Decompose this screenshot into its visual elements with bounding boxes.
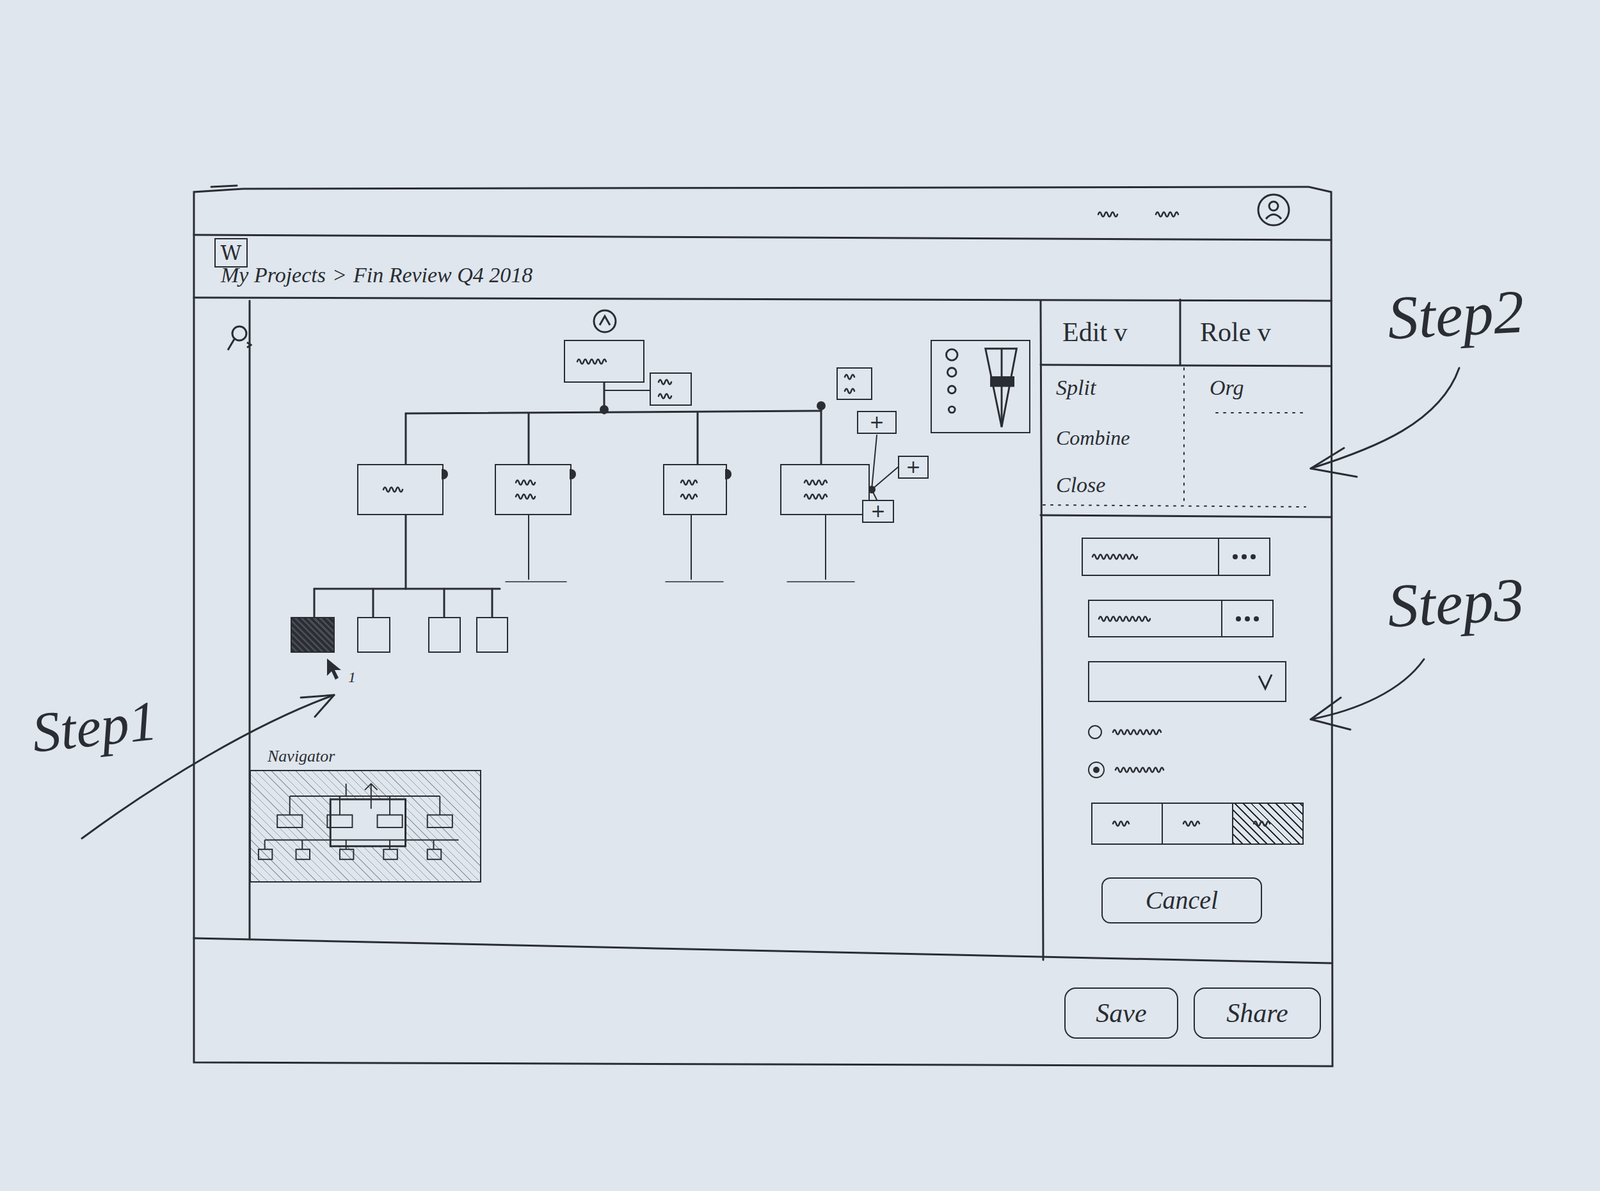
step-label: Step1 [28,678,162,776]
sketch-lines [0,0,1600,1191]
node-handle[interactable] [569,469,576,480]
share-button[interactable]: Share [1193,987,1321,1039]
org-node[interactable] [476,616,509,653]
placeholder-text [842,384,866,398]
radio-option[interactable] [1088,725,1208,740]
segment[interactable] [1161,803,1232,844]
navigator-label: Navigator [267,743,335,769]
placeholder-text [1096,208,1135,221]
squiggle-icon [802,490,848,504]
segmented-control [1091,802,1304,845]
dropdown[interactable] [1088,661,1287,703]
squiggle-icon [1181,817,1214,831]
step-label: Step2 [1384,265,1527,365]
placeholder-text [679,476,712,489]
squiggle-icon [656,389,685,403]
squiggle-icon [842,384,866,398]
placeholder-text [656,389,685,403]
collapse-icon[interactable] [592,308,618,335]
menu-item[interactable]: Close [1056,468,1106,502]
menu-item[interactable]: Split [1056,371,1096,404]
placeholder-text [1090,550,1181,564]
squiggle-icon [1111,817,1144,831]
org-node[interactable] [357,464,444,516]
edit-menu[interactable]: Edit v [1062,312,1128,353]
add-button[interactable]: + [897,455,929,479]
org-node[interactable] [563,339,645,383]
squiggle-icon [802,476,848,489]
node-card[interactable] [836,367,873,400]
role-menu[interactable]: Role v [1200,312,1272,353]
text-field[interactable] [1088,599,1274,638]
squiggle-icon [1251,817,1284,831]
placeholder-text [679,490,712,504]
more-icon[interactable] [1217,538,1270,575]
paper-sketch: W My Projects > Fin Review Q4 2018 + + + [0,0,1600,1191]
user-icon[interactable] [1255,192,1292,228]
more-icon[interactable] [1221,600,1273,637]
placeholder-text [1153,208,1202,221]
zoom-control[interactable] [930,339,1031,434]
cancel-button[interactable]: Cancel [1101,877,1263,924]
menu-item[interactable]: Org [1209,371,1245,404]
placeholder-text [1096,612,1200,626]
placeholder-text [802,490,848,504]
placeholder-text [575,355,633,368]
squiggle-icon [1096,208,1135,221]
placeholder-text [1113,763,1210,777]
squiggle-icon [513,490,553,504]
cursor-icon [325,656,345,683]
org-node[interactable] [494,464,572,516]
squiggle-icon [1113,763,1210,777]
placeholder-text [513,476,553,489]
navigator[interactable] [249,769,482,883]
node-card[interactable] [649,372,692,406]
squiggle-icon [1096,612,1200,626]
org-node[interactable] [428,616,461,653]
squiggle-icon [656,375,685,389]
node-handle[interactable] [441,469,448,480]
squiggle-icon [381,483,420,496]
placeholder-text [1251,817,1284,831]
segment[interactable] [1232,803,1303,844]
placeholder-text [381,483,420,496]
text-field[interactable] [1081,537,1271,576]
segment[interactable] [1092,803,1162,844]
squiggle-icon [679,490,712,504]
radio-option[interactable] [1088,761,1210,779]
menu-item[interactable]: Combine [1056,422,1131,454]
squiggle-icon [513,476,553,489]
add-button[interactable]: + [856,410,897,434]
breadcrumb: My Projects > Fin Review Q4 2018 [220,258,533,292]
top-links [1096,208,1202,221]
breadcrumb-separator: > [332,258,347,292]
search-icon[interactable] [224,323,253,354]
placeholder-text [842,370,866,384]
breadcrumb-item[interactable]: Fin Review Q4 2018 [353,258,533,292]
step-label: Step3 [1384,553,1527,653]
squiggle-icon [575,355,633,368]
cursor-badge: 1 [348,665,356,689]
squiggle-icon [1153,208,1202,221]
placeholder-text [513,490,553,504]
org-node[interactable] [663,464,728,516]
org-node[interactable] [357,616,391,653]
chevron-down-icon [1255,672,1275,692]
squiggle-icon [842,370,866,384]
node-handle[interactable] [725,469,732,480]
squiggle-icon [679,476,712,489]
squiggle-icon [1090,550,1181,564]
squiggle-icon [1111,725,1208,739]
placeholder-text [656,375,685,389]
save-button[interactable]: Save [1064,987,1179,1039]
org-node[interactable] [290,616,335,653]
org-node[interactable] [780,464,870,516]
placeholder-text [1111,817,1144,831]
placeholder-text [802,476,848,489]
radio-dot [1093,766,1100,774]
placeholder-text [1181,817,1214,831]
placeholder-text [1111,725,1208,739]
breadcrumb-item[interactable]: My Projects [220,258,326,292]
add-button[interactable]: + [862,499,895,523]
